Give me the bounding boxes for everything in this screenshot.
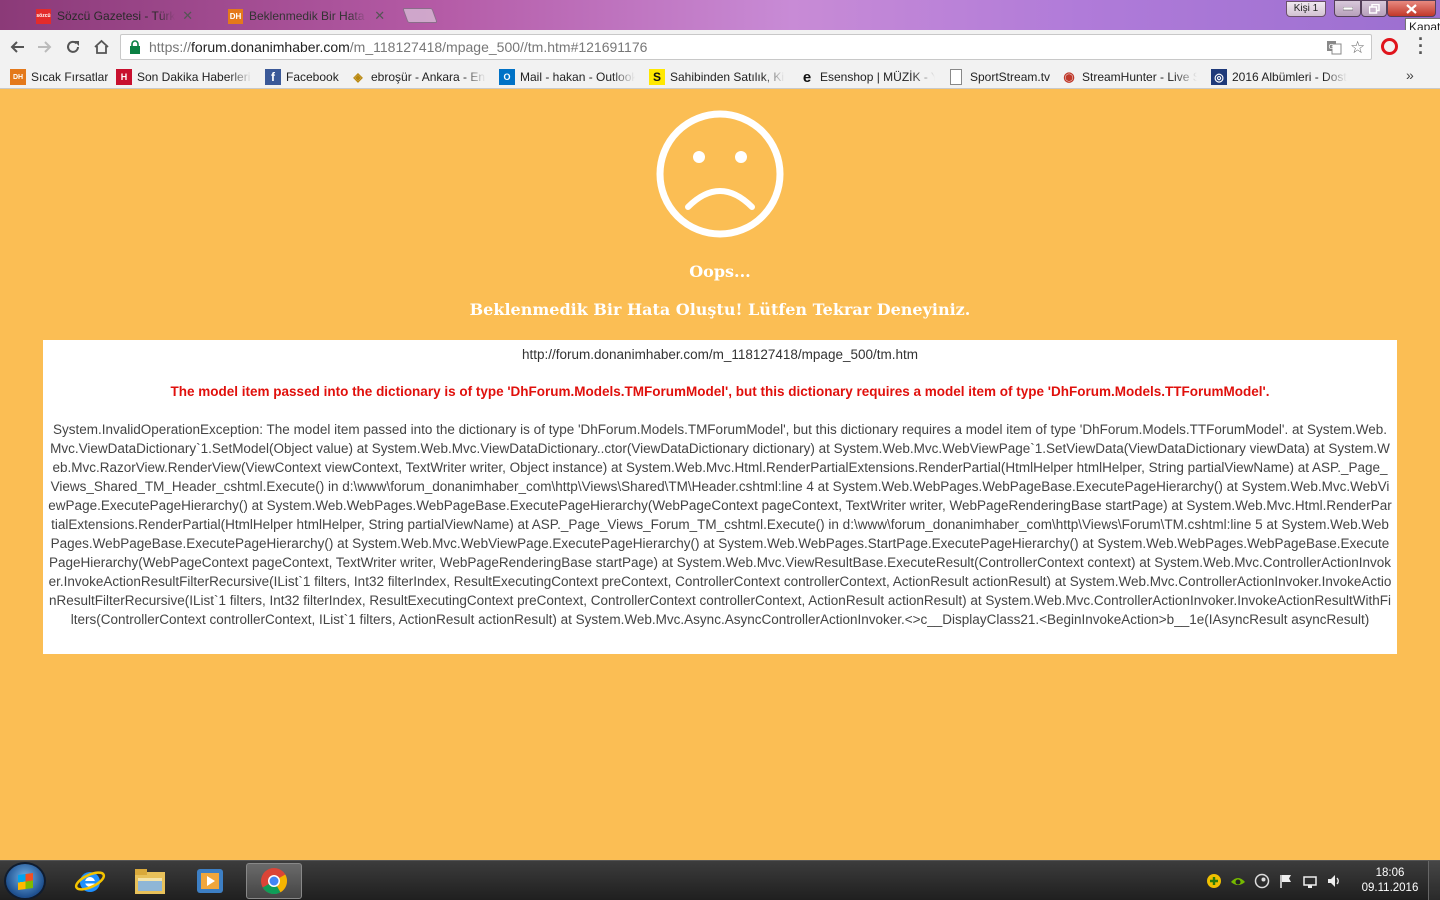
back-arrow-icon xyxy=(10,41,24,53)
tab-beklenmedik[interactable]: DH Beklenmedik Bir Hata Oluştu ✕ xyxy=(206,2,396,30)
tab-strip: sözcü Sözcü Gazetesi - Türkiye ✕ DH Bekl… xyxy=(0,0,1440,37)
error-details-panel: http://forum.donanimhaber.com/m_11812741… xyxy=(43,340,1397,654)
albumler-icon: ◎ xyxy=(1211,69,1227,85)
system-clock[interactable]: 18:06 09.11.2016 xyxy=(1350,866,1430,896)
tab-title: Sözcü Gazetesi - Türkiye xyxy=(57,9,176,23)
media-player-icon[interactable] xyxy=(182,863,238,899)
url-path: /m_118127418/mpage_500//tm.htm#121691176 xyxy=(349,39,648,55)
bookmark-label: 2016 Albümleri - Dost xyxy=(1232,70,1347,84)
network-icon[interactable] xyxy=(1302,873,1318,889)
restore-button[interactable] xyxy=(1361,0,1387,17)
steam-icon[interactable] xyxy=(1254,873,1270,889)
bookmark-son-dakika[interactable]: H Son Dakika Haberleri, xyxy=(116,68,256,86)
browser-toolbar: https://forum.donanimhaber.com/m_1181274… xyxy=(0,30,1440,64)
error-message: The model item passed into the dictionar… xyxy=(170,384,1270,399)
dh-favicon-icon: DH xyxy=(228,8,243,24)
home-button[interactable] xyxy=(91,37,111,57)
esenshop-icon: e xyxy=(802,68,812,86)
streamhunter-icon: ◉ xyxy=(1063,69,1075,84)
minimize-button[interactable] xyxy=(1334,0,1361,17)
outlook-icon: O xyxy=(499,69,515,85)
close-icon xyxy=(1406,3,1417,14)
clock-date: 09.11.2016 xyxy=(1361,882,1419,894)
action-center-flag-icon[interactable] xyxy=(1278,873,1294,889)
bookmark-label: Mail - hakan - Outlook xyxy=(520,70,635,84)
dh-icon: DH xyxy=(10,69,26,85)
file-explorer-icon[interactable] xyxy=(122,863,178,899)
error-subtitle: Beklenmedik Bir Hata Oluştu! Lütfen Tekr… xyxy=(469,300,971,319)
error-url: http://forum.donanimhaber.com/m_11812741… xyxy=(522,347,918,362)
bookmark-label: Facebook xyxy=(286,70,339,84)
bookmark-sportstream[interactable]: SportStream.tv xyxy=(950,68,1054,86)
bookmark-sahibinden[interactable]: S Sahibinden Satılık, Kir xyxy=(649,68,789,86)
url-host: forum.donanimhaber.com xyxy=(191,39,350,55)
bookmark-streamhunter[interactable]: ◉ StreamHunter - Live S xyxy=(1061,68,1201,86)
bookmark-label: SportStream.tv xyxy=(970,70,1051,84)
clock-time: 18:06 xyxy=(1375,867,1405,879)
address-bar[interactable]: https://forum.donanimhaber.com/m_1181274… xyxy=(120,34,1372,60)
oops-heading: Oops... xyxy=(689,262,751,281)
minimize-icon xyxy=(1342,6,1353,10)
stack-trace: System.InvalidOperationException: The mo… xyxy=(48,422,1392,627)
tray-update-icon[interactable] xyxy=(1206,873,1222,889)
ebrosur-icon: ◈ xyxy=(353,70,363,84)
bookmark-label: Esenshop | MÜZİK - Y xyxy=(820,70,935,84)
svg-text:G: G xyxy=(1329,43,1334,51)
new-tab-button[interactable] xyxy=(405,8,435,23)
forward-button[interactable] xyxy=(35,37,55,57)
bookmark-2016-albumleri[interactable]: ◎ 2016 Albümleri - Dost xyxy=(1211,68,1351,86)
sozcu-favicon-icon: sözcü xyxy=(36,8,51,24)
translate-icon[interactable]: G xyxy=(1326,39,1342,55)
bookmark-label: StreamHunter - Live S xyxy=(1082,70,1197,84)
chrome-icon[interactable] xyxy=(246,863,302,899)
reload-icon xyxy=(67,40,79,53)
opera-extension-icon[interactable] xyxy=(1381,38,1398,55)
restore-icon xyxy=(1368,3,1380,14)
tab-title: Beklenmedik Bir Hata Oluştu xyxy=(249,9,367,23)
internet-explorer-icon[interactable] xyxy=(62,863,118,899)
close-window-button[interactable] xyxy=(1387,0,1436,17)
nvidia-icon[interactable] xyxy=(1230,873,1246,889)
reload-button[interactable] xyxy=(63,37,83,57)
url-text[interactable]: https://forum.donanimhaber.com/m_1181274… xyxy=(149,35,647,59)
bookmark-outlook[interactable]: O Mail - hakan - Outlook xyxy=(499,68,639,86)
home-icon xyxy=(93,39,109,54)
tab-close-icon[interactable]: ✕ xyxy=(373,8,386,24)
bookmark-sicak-firsatlar[interactable]: DH Sıcak Fırsatlar xyxy=(10,68,110,86)
haberler-icon: H xyxy=(116,69,132,85)
bookmark-label: Sahibinden Satılık, Kir xyxy=(670,70,785,84)
bookmark-facebook[interactable]: f Facebook xyxy=(265,68,343,86)
bookmark-ebrosur[interactable]: ◈ ebroşür - Ankara - En xyxy=(350,68,490,86)
bookmark-label: ebroşür - Ankara - En xyxy=(371,70,486,84)
page-icon xyxy=(950,69,962,85)
person-button[interactable]: Kişi 1 xyxy=(1286,1,1326,17)
tab-close-icon[interactable]: ✕ xyxy=(181,8,194,24)
bookmark-label: Son Dakika Haberleri, xyxy=(137,70,252,84)
bookmarks-bar: DH Sıcak Fırsatlar H Son Dakika Haberler… xyxy=(0,64,1440,89)
bookmarks-overflow-button[interactable]: » xyxy=(1406,67,1414,83)
bookmark-label: Sıcak Fırsatlar xyxy=(31,70,109,84)
start-button[interactable] xyxy=(4,862,46,900)
volume-icon[interactable] xyxy=(1326,873,1342,889)
bookmark-esenshop[interactable]: e Esenshop | MÜZİK - Y xyxy=(799,68,939,86)
back-button[interactable] xyxy=(7,37,27,57)
show-desktop-button[interactable] xyxy=(1428,861,1440,900)
sahibinden-icon: S xyxy=(649,69,665,85)
bookmark-star-icon[interactable]: ☆ xyxy=(1350,36,1365,60)
facebook-icon: f xyxy=(265,69,281,85)
windows-taskbar: 18:06 09.11.2016 xyxy=(0,860,1440,900)
lock-icon xyxy=(130,40,140,54)
url-scheme: https:// xyxy=(149,39,192,55)
sad-face-icon xyxy=(656,110,784,238)
tab-sozcu[interactable]: sözcü Sözcü Gazetesi - Türkiye ✕ xyxy=(14,2,204,30)
forward-arrow-icon xyxy=(38,41,52,53)
chrome-menu-icon[interactable]: · · · xyxy=(1414,30,1428,62)
